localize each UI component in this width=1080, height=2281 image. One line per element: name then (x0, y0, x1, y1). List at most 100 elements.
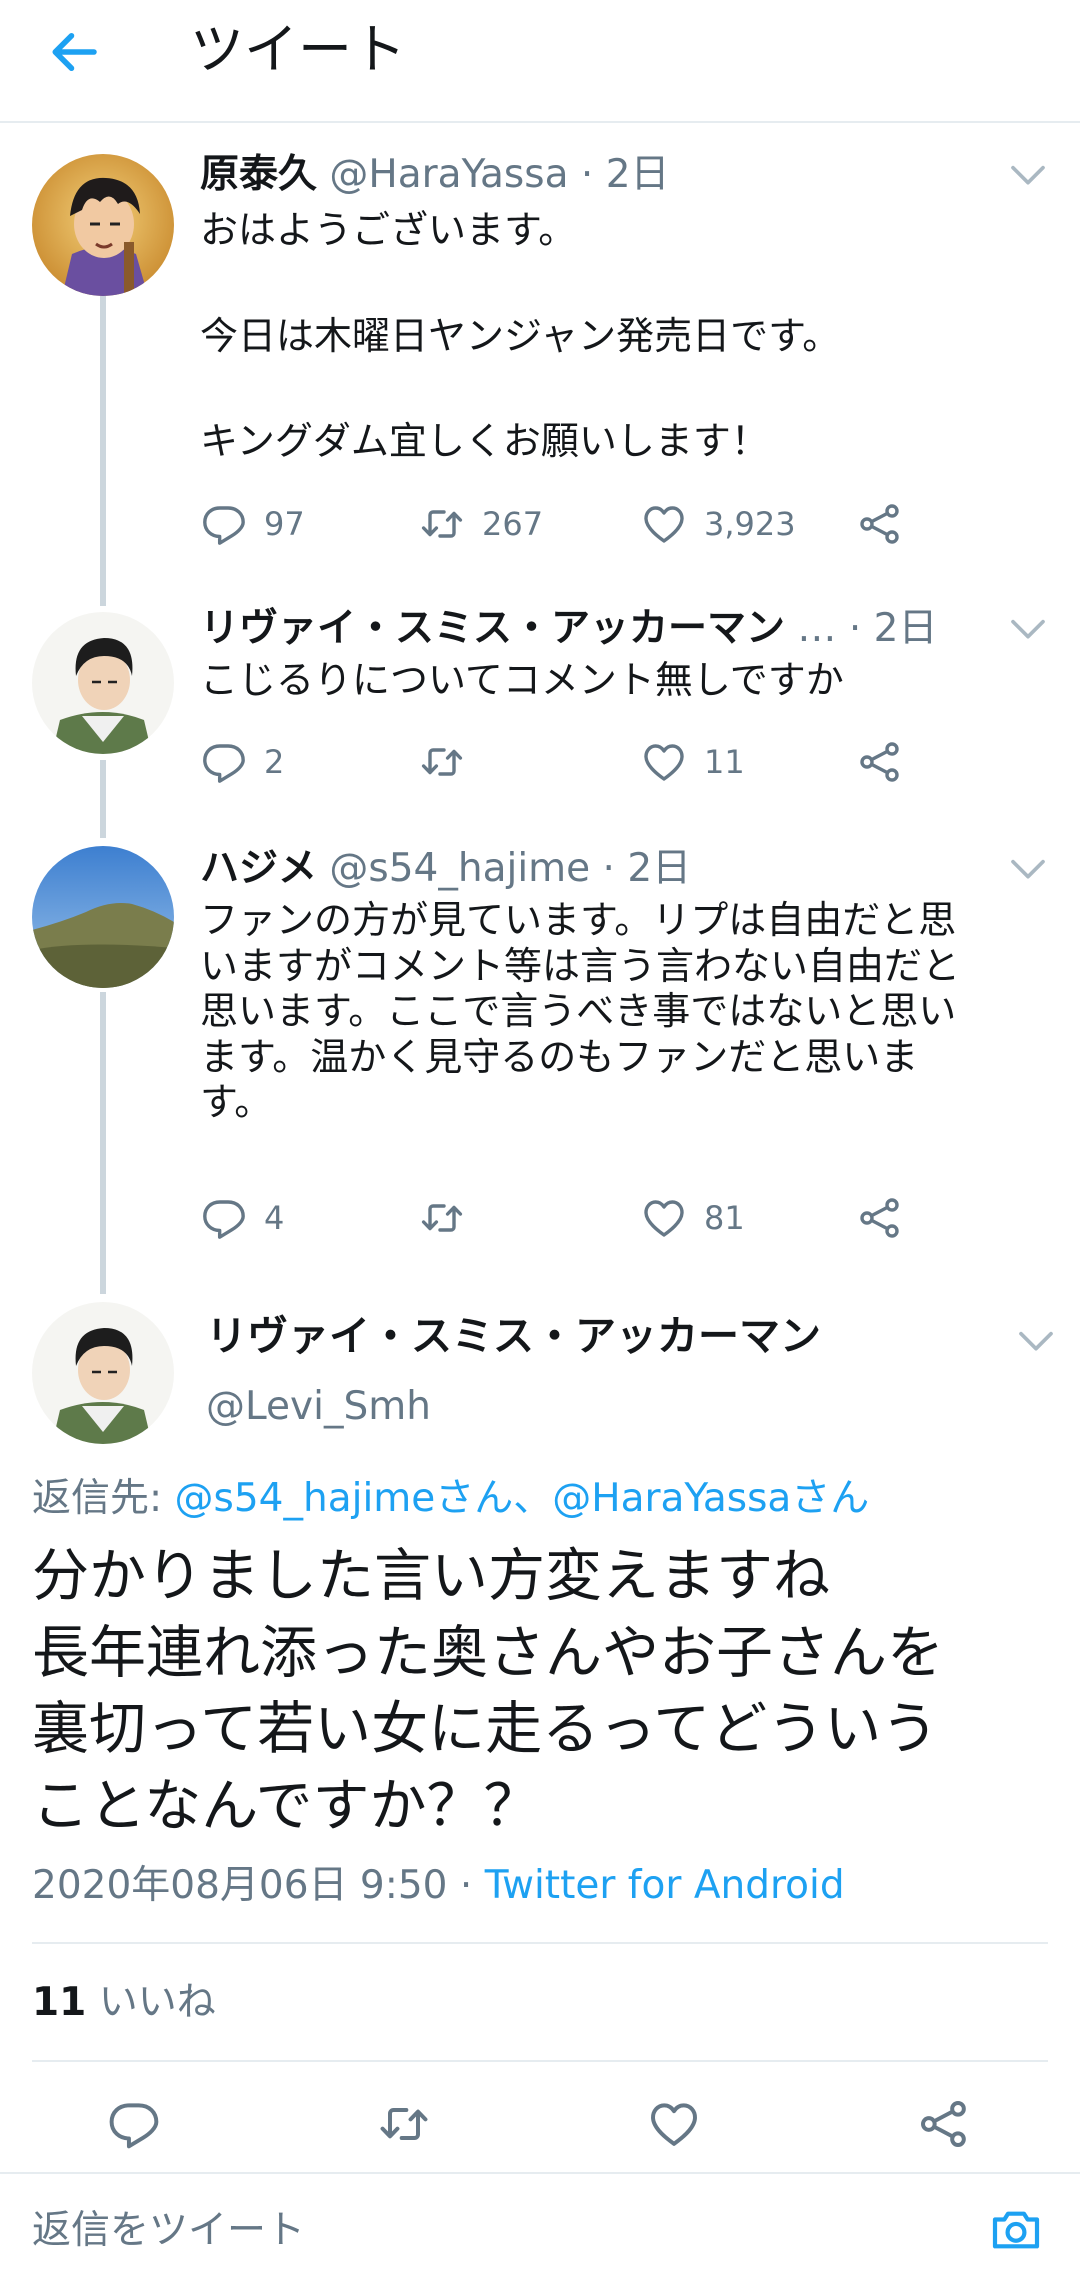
avatar[interactable] (32, 846, 174, 988)
user-handle[interactable]: @s54_hajime (329, 846, 590, 891)
user-handle[interactable]: @HaraYassa (329, 152, 568, 197)
tweet-line (200, 359, 1050, 419)
tweet-line: 今日は木曜日ヤンジャン発売日です。 (200, 313, 841, 358)
top-app-bar: ツイート (0, 0, 1080, 123)
share-icon (856, 738, 904, 786)
heart-icon (640, 738, 688, 786)
thread-line (100, 760, 106, 838)
retweet-button[interactable] (418, 736, 482, 788)
retweet-icon (418, 738, 466, 786)
avatar[interactable] (32, 612, 174, 754)
heart-icon (640, 500, 688, 548)
share-button[interactable] (856, 1192, 904, 1244)
display-name[interactable]: ハジメ (200, 846, 317, 891)
like-count: 3,923 (704, 505, 796, 543)
reply-bubble-icon (200, 500, 248, 548)
tweet-text: おはようございます。 今日は木曜日ヤンジャン発売日です。 キングダム宜しくお願い… (200, 208, 1050, 465)
like-count: 11 (704, 743, 745, 781)
tweet-line: ファンの方が見ています。リプは自由だと思 (200, 898, 957, 942)
tweet-time[interactable]: 2日 (874, 606, 938, 651)
tweet-actions: 97 267 3,923 (200, 498, 930, 550)
reply-button[interactable]: 2 (200, 736, 284, 788)
user-handle[interactable]: … (797, 606, 836, 651)
like-button[interactable]: 81 (640, 1192, 745, 1244)
tweet-time[interactable]: 2日 (627, 846, 691, 891)
chevron-down-icon[interactable] (1008, 164, 1048, 188)
divider (32, 1942, 1048, 1944)
retweet-icon[interactable] (376, 2096, 432, 2152)
tweet-actions: 4 81 (200, 1192, 930, 1244)
user-handle[interactable]: @Levi_Smh (206, 1380, 431, 1434)
divider (32, 2060, 1048, 2062)
tweet-time[interactable]: 2日 (606, 152, 670, 197)
reply-count: 4 (264, 1199, 285, 1237)
tweet-header: リヴァイ・スミス・アッカーマン … · 2日 (200, 604, 937, 654)
chevron-down-icon[interactable] (1016, 1330, 1056, 1354)
tweet-line: こじるりについてコメント無しですか (200, 658, 844, 702)
display-name[interactable]: リヴァイ・スミス・アッカーマン (200, 606, 785, 651)
reply-bubble-icon[interactable] (106, 2096, 162, 2152)
chevron-down-icon[interactable] (1008, 858, 1048, 882)
tweet-line: おはようございます。 (200, 208, 577, 252)
tweet-line: キングダム宜しくお願いします！ (200, 419, 769, 463)
share-icon[interactable] (916, 2096, 972, 2152)
replying-to-mentions[interactable]: @s54_hajimeさん、@HaraYassaさん (175, 1476, 870, 1521)
chevron-down-icon[interactable] (1008, 618, 1048, 642)
retweet-button[interactable]: 267 (418, 498, 543, 550)
tweet-line: 裏切って若い女に走るってどういう (32, 1696, 939, 1762)
separator-dot: · (580, 152, 594, 197)
tweet-line: 長年連れ添った奥さんやお子さんを (32, 1619, 944, 1686)
display-name[interactable]: リヴァイ・スミス・アッカーマン (206, 1308, 821, 1364)
likes-summary[interactable]: 11 いいね (32, 1976, 216, 2030)
reply-bubble-icon (200, 1194, 248, 1242)
heart-icon (640, 1194, 688, 1242)
tweet-header: ハジメ @s54_hajime · 2日 (200, 844, 691, 894)
reply-compose-bar[interactable]: 返信をツイート (0, 2172, 1080, 2281)
arrow-left-icon[interactable] (44, 22, 104, 82)
tweet-line: ことなんですか？？ (32, 1772, 541, 1839)
tweet-text: 分かりました言い方変えますね 長年連れ添った奥さんやお子さんを 裏切って若い女に… (32, 1538, 1052, 1844)
replying-to: 返信先: @s54_hajimeさん、@HaraYassaさん (32, 1472, 869, 1526)
camera-icon[interactable] (988, 2202, 1044, 2258)
share-button[interactable] (856, 498, 904, 550)
avatar[interactable] (32, 154, 174, 296)
reply-button[interactable]: 4 (200, 1192, 284, 1244)
reply-button[interactable]: 97 (200, 498, 305, 550)
retweet-icon (418, 500, 466, 548)
like-button[interactable]: 11 (640, 736, 745, 788)
tweet-line: す。 (200, 1080, 273, 1124)
reply-count: 2 (264, 743, 285, 781)
share-icon (856, 1194, 904, 1242)
display-name[interactable]: 原泰久 (200, 152, 317, 197)
retweet-icon (418, 1194, 466, 1242)
tweet-line: いますがコメント等は言う言わない自由だと (200, 943, 961, 988)
separator-dot: · (602, 846, 615, 891)
share-icon (856, 500, 904, 548)
retweet-count: 267 (482, 505, 544, 543)
like-button[interactable]: 3,923 (640, 498, 796, 550)
tweet-line: 思います。ここで言うべき事ではないと思い (200, 989, 957, 1033)
tweet-header: 原泰久 @HaraYassa · 2日 (200, 150, 670, 200)
thread-line (100, 992, 106, 1294)
reply-input[interactable]: 返信をツイート (32, 2204, 305, 2258)
separator-dot: · (848, 606, 862, 651)
like-count: 81 (704, 1199, 745, 1237)
tweet-text: ファンの方が見ています。リプは自由だと思 いますがコメント等は言う言わない自由だ… (200, 898, 1050, 1126)
tweet-meta: 2020年08月06日 9:50 · Twitter for Android (32, 1860, 845, 1912)
retweet-button[interactable] (418, 1192, 482, 1244)
tweet-timestamp: 2020年08月06日 9:50 (32, 1863, 448, 1908)
reply-bubble-icon (200, 738, 248, 786)
share-button[interactable] (856, 736, 904, 788)
avatar[interactable] (32, 1302, 174, 1444)
separator-dot: · (459, 1863, 473, 1908)
tweet-line (200, 254, 1050, 314)
tweet-source[interactable]: Twitter for Android (485, 1863, 845, 1908)
page-title: ツイート (190, 18, 406, 81)
thread-line (100, 296, 106, 606)
tweet-line: ます。温かく見守るのもファンだと思いま (200, 1034, 919, 1079)
like-total: 11 (32, 1980, 87, 2025)
heart-icon[interactable] (646, 2096, 702, 2152)
like-label: いいね (98, 1980, 216, 2025)
replying-to-label: 返信先: (32, 1476, 163, 1521)
tweet-line: 分かりました言い方変えますね (32, 1543, 830, 1609)
